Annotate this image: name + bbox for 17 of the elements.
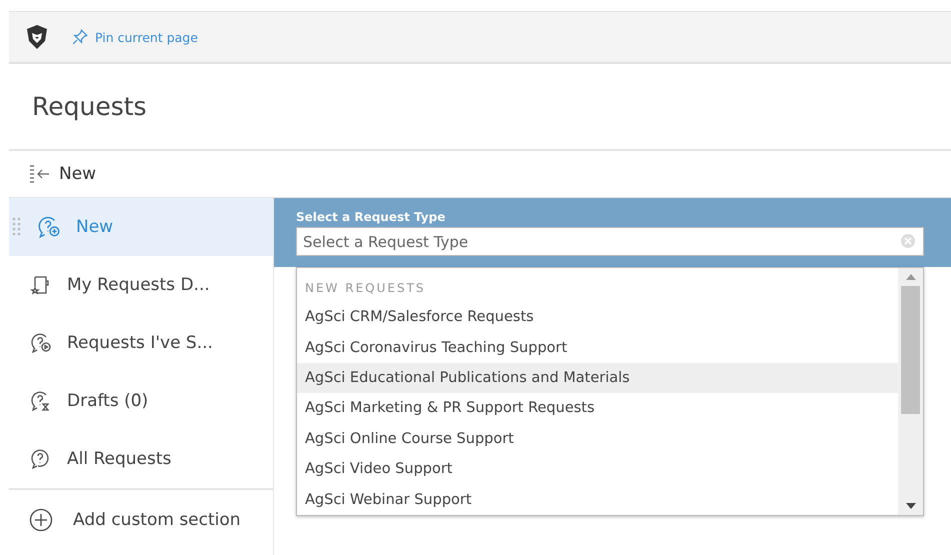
group-header: NEW REQUESTS xyxy=(304,280,427,297)
collapse-icon xyxy=(29,164,51,184)
dropdown-option[interactable]: AgSci Webinar Support xyxy=(297,484,898,515)
page-title: Requests xyxy=(32,92,147,121)
question-bubble-play-icon xyxy=(29,331,53,355)
plus-circle-icon xyxy=(29,508,53,532)
request-type-select[interactable]: Select a Request Type xyxy=(296,227,924,256)
question-bubble-plus-icon xyxy=(36,214,62,240)
scroll-down-icon xyxy=(906,503,916,509)
scrollbar[interactable] xyxy=(898,268,923,515)
lion-logo-icon xyxy=(25,24,49,50)
dropdown-option[interactable]: AgSci Educational Publications and Materials xyxy=(297,362,898,394)
drag-handle-icon xyxy=(12,216,22,238)
field-label: Select a Request Type xyxy=(296,210,446,224)
pin-icon xyxy=(71,28,89,46)
clear-icon[interactable] xyxy=(900,233,916,249)
scroll-up-icon xyxy=(906,274,916,280)
